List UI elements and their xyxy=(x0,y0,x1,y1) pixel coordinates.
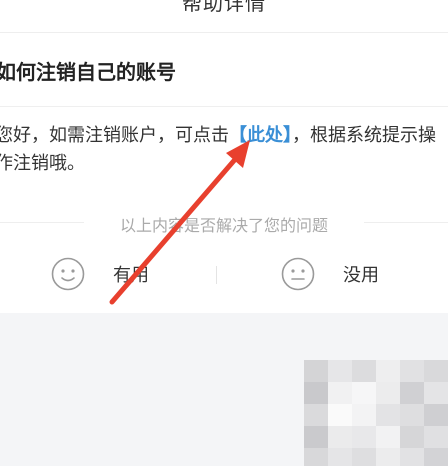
feedback-question: 以上内容是否解决了您的问题 xyxy=(119,216,328,235)
article-title: 如何注销自己的账号 xyxy=(0,60,176,84)
blurred-thumbnail-image xyxy=(304,360,448,466)
useful-button[interactable]: 有用 xyxy=(51,256,149,292)
useless-button[interactable]: 没用 xyxy=(281,256,379,292)
neutral-face-icon xyxy=(281,257,315,291)
useful-label: 有用 xyxy=(113,265,149,286)
top-nav-bar: 帮助详情 xyxy=(0,0,448,33)
feedback-prompt: 以上内容是否解决了您的问题 xyxy=(0,208,448,238)
page-title: 帮助详情 xyxy=(182,0,266,15)
help-detail-card: 帮助详情 如何注销自己的账号 您好，如需注销账户，可点击【此处】，根据系统提示操… xyxy=(0,0,448,313)
divider xyxy=(216,266,217,284)
smile-face-icon xyxy=(51,257,85,291)
article-body-text-start: 您好，如需注销账户，可点击 xyxy=(0,125,229,146)
useless-label: 没用 xyxy=(343,265,379,286)
article-body: 您好，如需注销账户，可点击【此处】，根据系统提示操作注销哦。 xyxy=(0,122,443,178)
divider xyxy=(0,106,448,107)
click-here-link[interactable]: 【此处】 xyxy=(229,125,292,146)
